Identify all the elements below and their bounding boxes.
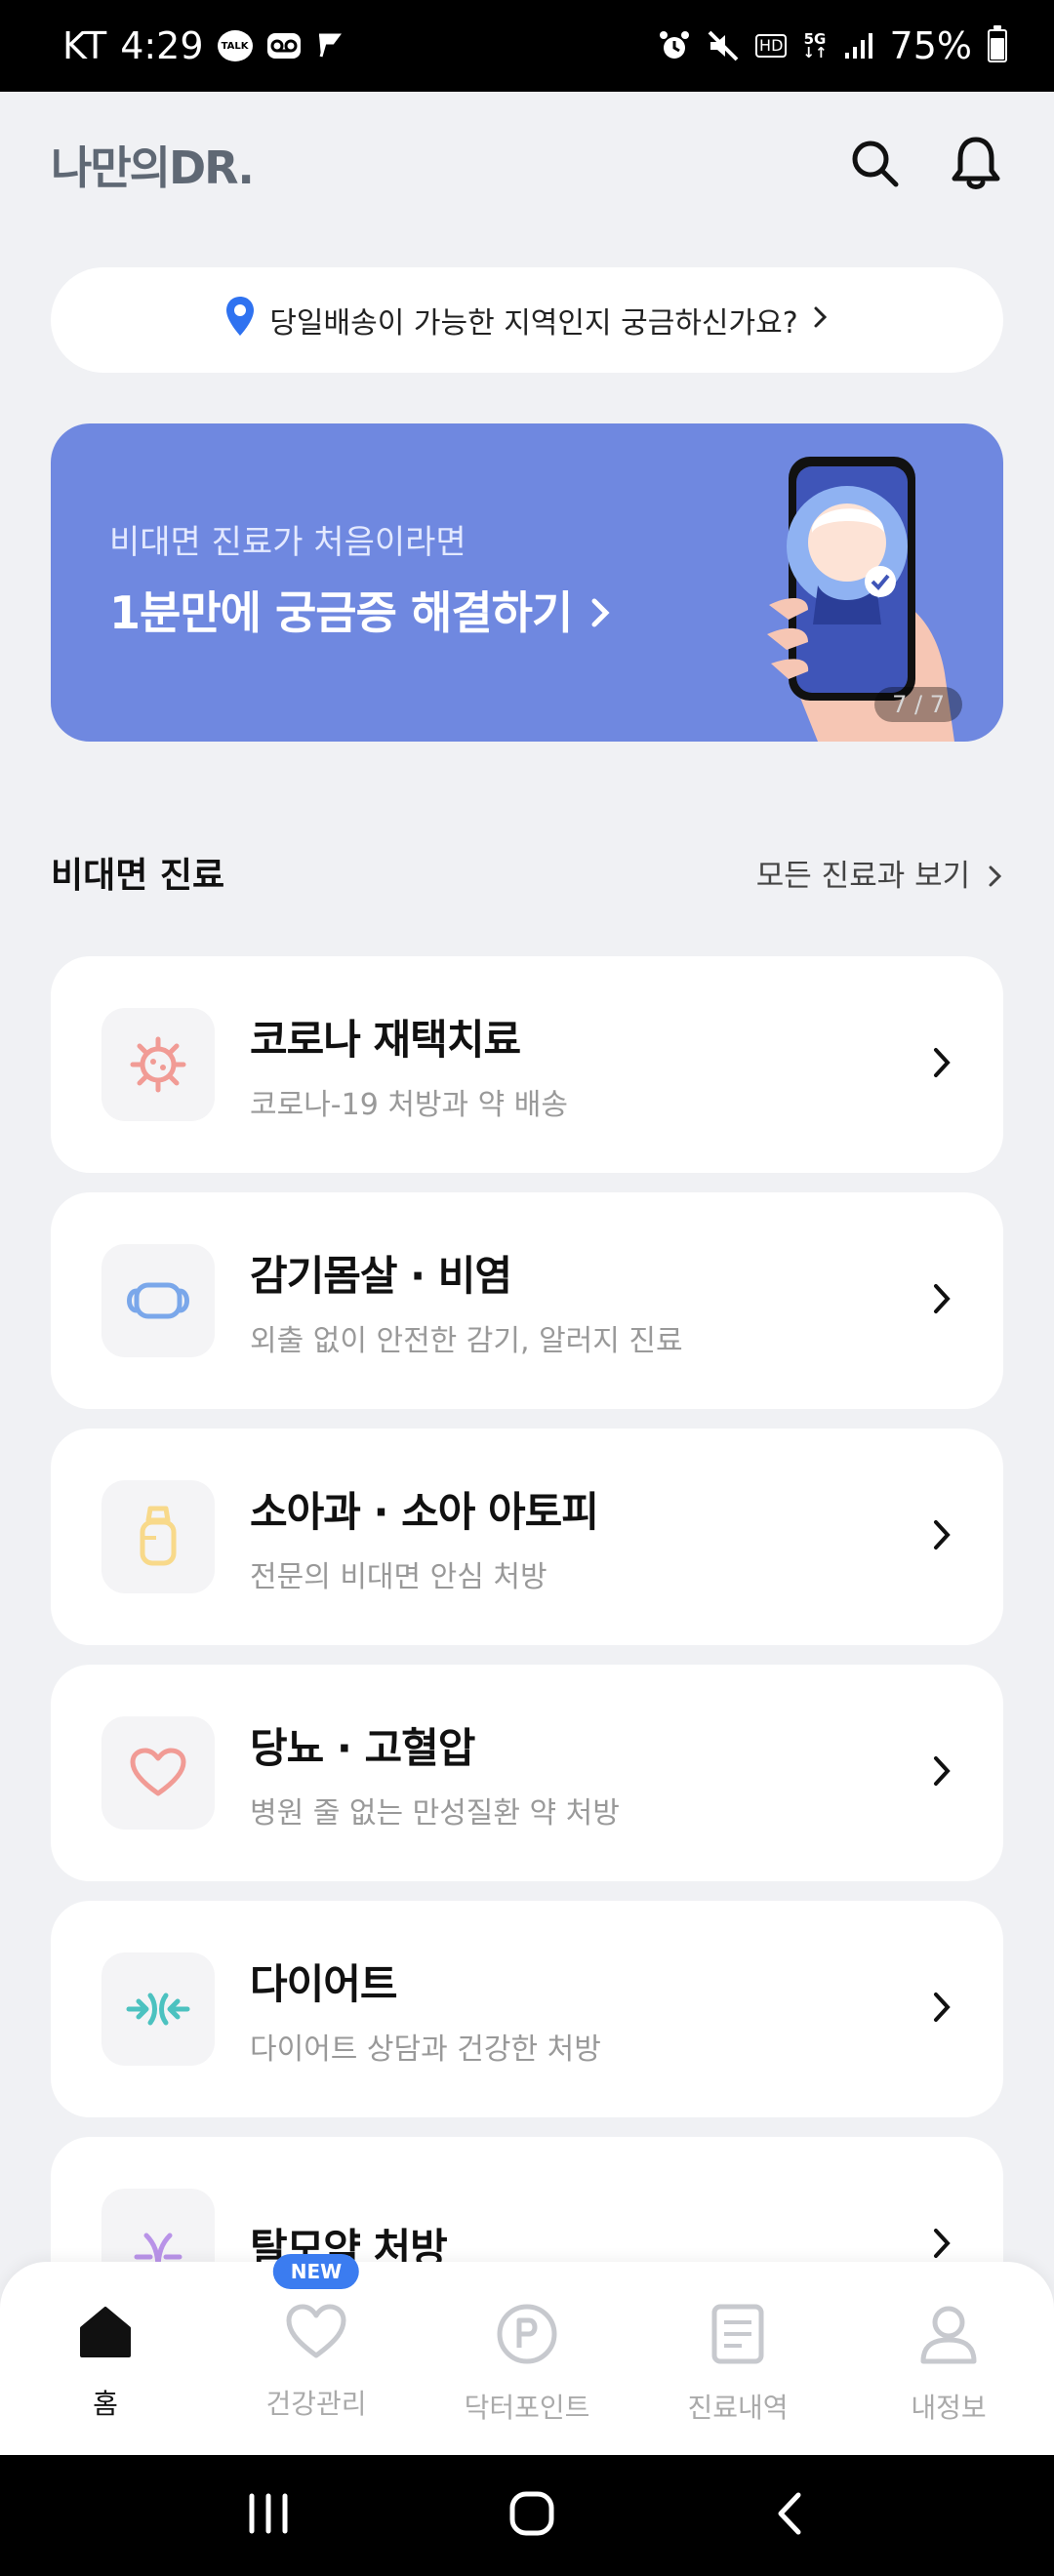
- app-logo: 나만의DR.: [51, 141, 255, 194]
- nav-label: 홈: [93, 2388, 118, 2420]
- treatment-list: 코로나 재택치료 코로나-19 처방과 약 배송 감기몸살 · 비염 외출 없이…: [51, 956, 1003, 2373]
- treatment-card-covid[interactable]: 코로나 재택치료 코로나-19 처방과 약 배송: [51, 956, 1003, 1173]
- treatment-card-pediatrics[interactable]: 소아과 · 소아 아토피 전문의 비대면 안심 처방: [51, 1429, 1003, 1645]
- person-icon: [919, 2303, 978, 2369]
- treatment-desc: 다이어트 상담과 건강한 처방: [250, 2032, 601, 2067]
- chevron-right-icon: [931, 2226, 953, 2265]
- document-icon: [710, 2303, 765, 2369]
- delivery-text: 당일배송이 가능한 지역인지 궁금하신가요?: [269, 306, 798, 341]
- nav-label: 내정보: [911, 2392, 987, 2424]
- mask-icon: [101, 1244, 215, 1357]
- promo-title: 1분만에 궁금증 해결하기: [109, 578, 616, 642]
- chevron-right-icon: [931, 1517, 953, 1556]
- heart-icon: [101, 1716, 215, 1830]
- battery-percent: 75%: [889, 24, 972, 67]
- kakaotalk-icon: TALK: [217, 30, 253, 61]
- nav-tab-profile[interactable]: 내정보: [843, 2262, 1054, 2455]
- point-icon: [496, 2303, 558, 2369]
- treatment-desc: 전문의 비대면 안심 처방: [250, 1559, 547, 1594]
- nav-tab-points[interactable]: 닥터포인트: [422, 2262, 632, 2455]
- system-navigation-bar: [0, 2455, 1054, 2576]
- treatment-title: 다이어트: [250, 1959, 398, 2008]
- chevron-right-icon: [931, 1281, 953, 1320]
- treatment-title: 당뇨 · 고혈압: [250, 1723, 475, 1772]
- clock: 4:29: [120, 24, 204, 67]
- nav-tab-home[interactable]: 홈: [0, 2262, 211, 2455]
- treatment-title: 코로나 재택치료: [250, 1015, 521, 1064]
- baby-bottle-icon: [101, 1480, 215, 1593]
- home-button-icon[interactable]: [507, 2489, 556, 2542]
- delivery-area-button[interactable]: 당일배송이 가능한 지역인지 궁금하신가요?: [51, 267, 1003, 373]
- chevron-right-icon: [931, 1990, 953, 2029]
- signal-icon: [843, 31, 874, 60]
- promo-banner[interactable]: 비대면 진료가 처음이라면 1분만에 궁금증 해결하기 7 / 7: [51, 423, 1003, 742]
- carrier-label: KT: [62, 24, 107, 67]
- treatment-desc: 병원 줄 없는 만성질환 약 처방: [250, 1795, 620, 1831]
- battery-icon: [988, 25, 1007, 62]
- treatment-card-chronic[interactable]: 당뇨 · 고혈압 병원 줄 없는 만성질환 약 처방: [51, 1665, 1003, 1881]
- 5g-icon: 5G ↓↑: [802, 30, 828, 61]
- diet-icon: [101, 1952, 215, 2066]
- alarm-icon: [658, 29, 691, 62]
- new-badge: NEW: [272, 2254, 360, 2289]
- section-header: 비대면 진료 모든 진료과 보기: [51, 847, 1003, 898]
- app-header: 나만의DR.: [0, 92, 1054, 238]
- treatment-desc: 외출 없이 안전한 감기, 알러지 진료: [250, 1323, 683, 1358]
- location-pin-icon: [224, 295, 256, 345]
- status-bar: KT 4:29 TALK HD 5G ↓↑ 75%: [0, 0, 1054, 92]
- chevron-right-icon: [931, 1045, 953, 1084]
- chevron-right-icon: [931, 1753, 953, 1792]
- nav-label: 진료내역: [687, 2392, 789, 2424]
- nav-tab-health[interactable]: NEW 건강관리: [211, 2254, 422, 2455]
- view-all-departments-link[interactable]: 모든 진료과 보기: [756, 851, 1003, 895]
- search-icon[interactable]: [847, 136, 902, 194]
- treatment-title: 소아과 · 소아 아토피: [250, 1487, 599, 1536]
- banner-page-indicator: 7 / 7: [874, 687, 962, 722]
- hd-voice-icon: HD: [755, 34, 788, 58]
- heart-outline-icon: [285, 2303, 347, 2365]
- flag-icon: [315, 31, 343, 60]
- treatment-card-diet[interactable]: 다이어트 다이어트 상담과 건강한 처방: [51, 1901, 1003, 2117]
- bottom-navigation: 홈 NEW 건강관리 닥터포인트 진료내역 내정보: [0, 2254, 1054, 2455]
- promo-subtitle: 비대면 진료가 처음이라면: [109, 523, 466, 562]
- virus-icon: [101, 1008, 215, 1121]
- nav-tab-history[interactable]: 진료내역: [632, 2262, 843, 2455]
- nav-label: 건강관리: [265, 2388, 367, 2420]
- voicemail-icon: [266, 32, 302, 60]
- bell-icon[interactable]: [949, 134, 1003, 196]
- treatment-title: 감기몸살 · 비염: [250, 1251, 512, 1300]
- back-icon[interactable]: [771, 2489, 810, 2542]
- section-title: 비대면 진료: [51, 856, 225, 896]
- recent-apps-icon[interactable]: [244, 2492, 293, 2539]
- mute-icon: [707, 29, 740, 62]
- home-icon: [76, 2303, 135, 2365]
- chevron-right-icon: [812, 303, 830, 338]
- treatment-desc: 코로나-19 처방과 약 배송: [250, 1087, 569, 1122]
- nav-label: 닥터포인트: [464, 2392, 590, 2424]
- treatment-card-cold[interactable]: 감기몸살 · 비염 외출 없이 안전한 감기, 알러지 진료: [51, 1192, 1003, 1409]
